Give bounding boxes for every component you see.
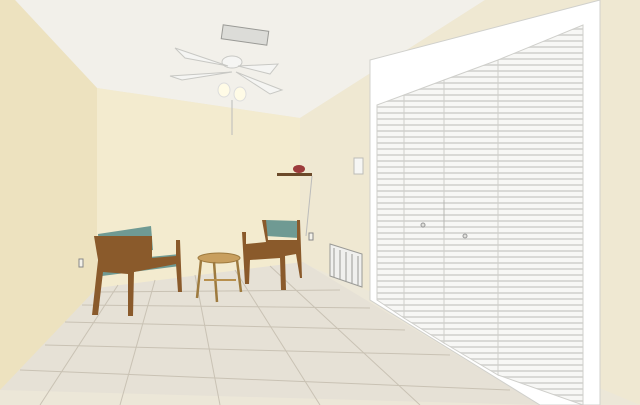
closet-door-panel [443,59,499,376]
wall-outlet [78,258,84,268]
closet-door-panel [497,24,584,405]
fan-light [217,82,231,98]
thermostat [353,157,364,175]
door-knob [420,222,426,228]
room-scene [0,0,640,405]
wall-outlet-back [308,232,314,241]
closet-door-panel [403,79,445,344]
door-knob [462,233,468,239]
closet-door-panel [376,94,405,319]
